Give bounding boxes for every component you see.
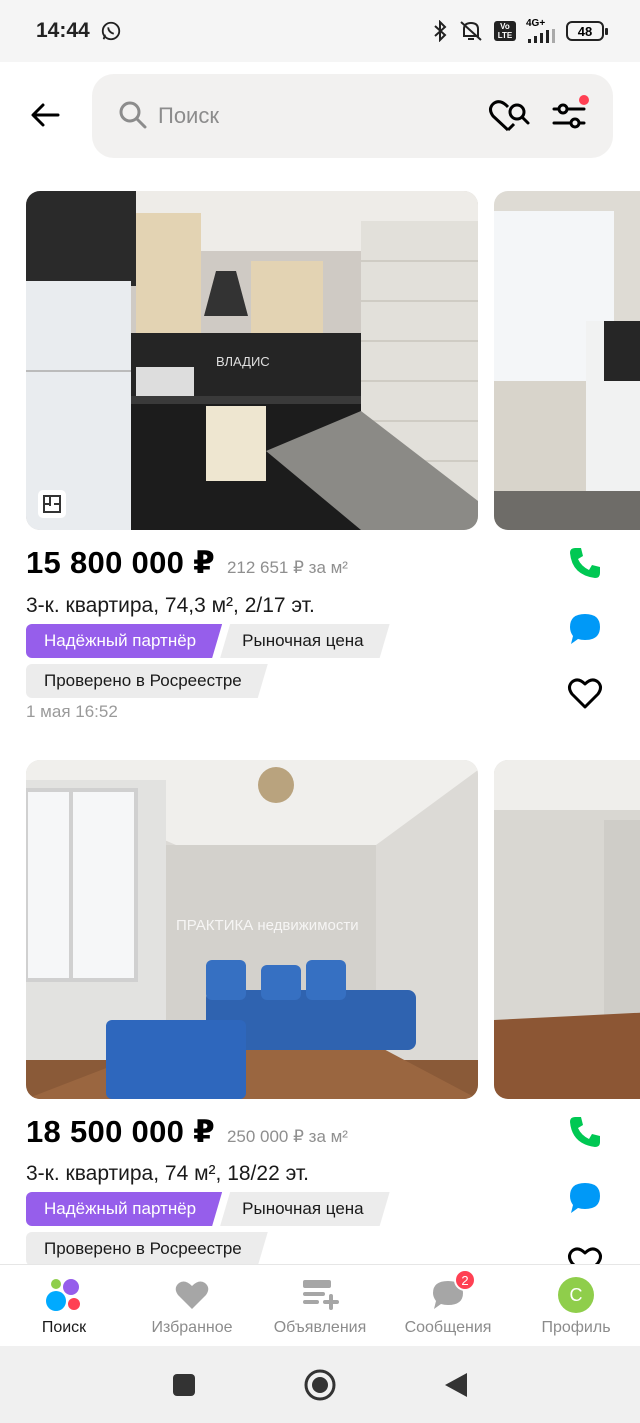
listing-card[interactable]: ВЛАДИС 15 800 000 ₽ 212 651 ₽ за м² 3-к.… <box>0 191 640 731</box>
message-button[interactable] <box>563 1176 607 1220</box>
filters-button[interactable] <box>550 94 590 138</box>
avito-logo-icon <box>44 1277 84 1313</box>
search-header <box>0 62 640 172</box>
mute-icon <box>460 21 482 41</box>
heart-outline-icon <box>568 678 602 709</box>
price-row: 18 500 000 ₽ 250 000 ₽ за м² <box>26 1114 348 1150</box>
signal-group: 4G+ <box>526 19 556 43</box>
status-bar: 14:44 Vo LTE 4G+ 48 <box>0 0 640 62</box>
living-room-photo: ПРАКТИКА недвижимости <box>26 760 478 1099</box>
heart-icon <box>172 1277 212 1313</box>
search-bar[interactable] <box>92 74 613 158</box>
nav-favorites[interactable]: Избранное <box>128 1265 256 1346</box>
phone-icon <box>570 1117 600 1147</box>
listing-photo-next[interactable] <box>494 191 640 530</box>
call-button[interactable] <box>563 541 607 585</box>
photo-carousel[interactable]: ПРАКТИКА недвижимости <box>26 760 640 1099</box>
tags-row: Надёжный партнёр Рыночная цена <box>26 624 390 658</box>
favorite-button[interactable] <box>563 1240 607 1264</box>
listing-card[interactable]: ПРАКТИКА недвижимости 18 500 000 ₽ 250 0… <box>0 760 640 1264</box>
avatar-letter: С <box>558 1277 594 1313</box>
call-button[interactable] <box>563 1110 607 1154</box>
tags-row: Надёжный партнёр Рыночная цена <box>26 1192 390 1226</box>
room-photo <box>494 760 640 1099</box>
search-input[interactable] <box>158 94 458 138</box>
window-photo <box>494 191 640 530</box>
chat-bubble-icon <box>570 1183 600 1213</box>
heart-outline-icon <box>568 1247 602 1264</box>
recents-button[interactable] <box>166 1367 202 1403</box>
partner-badge: Надёжный партнёр <box>26 624 222 658</box>
bottom-navigation: Поиск Избранное Объявления 2 Сообщения С… <box>0 1264 640 1346</box>
message-button[interactable] <box>563 607 607 651</box>
listing-photo[interactable]: ВЛАДИС <box>26 191 478 530</box>
listing-title[interactable]: 3-к. квартира, 74,3 м², 2/17 эт. <box>26 594 315 618</box>
signal-icon <box>528 29 555 43</box>
nav-label: Сообщения <box>404 1319 492 1336</box>
arrow-left-icon <box>31 103 60 127</box>
nav-search[interactable]: Поиск <box>0 1265 128 1346</box>
search-icon <box>119 101 147 129</box>
photo-carousel[interactable]: ВЛАДИС <box>26 191 640 530</box>
whatsapp-icon <box>101 21 120 41</box>
market-price-badge: Рыночная цена <box>220 624 390 658</box>
nav-profile[interactable]: С Профиль <box>512 1265 640 1346</box>
avatar: С <box>556 1277 596 1313</box>
status-time: 14:44 <box>36 19 90 42</box>
kitchen-photo: ВЛАДИС <box>26 191 478 530</box>
nav-messages[interactable]: 2 Сообщения <box>384 1265 512 1346</box>
price: 15 800 000 ₽ <box>26 545 215 580</box>
nav-label: Избранное <box>151 1319 233 1336</box>
home-button[interactable] <box>302 1367 338 1403</box>
unread-badge: 2 <box>454 1269 476 1291</box>
bluetooth-icon <box>434 20 447 42</box>
saved-search-button[interactable] <box>488 96 532 136</box>
tags-row-2: Проверено в Росреестре <box>26 1232 268 1264</box>
network-type: 4G+ <box>526 18 546 29</box>
nav-label: Профиль <box>541 1319 611 1336</box>
circle-icon <box>304 1369 336 1400</box>
price-per-m: 212 651 ₽ за м² <box>226 558 348 577</box>
nav-label: Объявления <box>273 1319 367 1336</box>
price: 18 500 000 ₽ <box>26 1114 215 1149</box>
phone-icon <box>570 548 600 578</box>
triangle-back-icon <box>445 1372 467 1397</box>
filters-icon <box>552 95 589 129</box>
market-price-badge: Рыночная цена <box>220 1192 390 1226</box>
heart-search-icon <box>489 100 530 132</box>
listing-photo-next[interactable] <box>494 760 640 1099</box>
status-icons: Vo LTE 4G+ 48 <box>432 19 608 43</box>
listing-date: 1 мая 16:52 <box>26 702 118 721</box>
square-icon <box>173 1373 195 1396</box>
partner-badge: Надёжный партнёр <box>26 1192 222 1226</box>
listing-photo[interactable]: ПРАКТИКА недвижимости <box>26 760 478 1099</box>
chat-bubble-icon <box>570 614 600 644</box>
listings-add-icon <box>300 1277 340 1313</box>
volte-icon: Vo LTE <box>494 21 516 41</box>
system-navigation-bar <box>0 1346 640 1423</box>
chat-icon: 2 <box>428 1269 476 1313</box>
battery-icon: 48 <box>566 21 608 41</box>
price-row: 15 800 000 ₽ 212 651 ₽ за м² <box>26 545 348 581</box>
verified-badge: Проверено в Росреестре <box>26 664 268 698</box>
nav-label: Поиск <box>41 1319 87 1336</box>
watermark: ПРАКТИКА недвижимости <box>176 917 359 934</box>
tags-row-2: Проверено в Росреестре <box>26 664 268 698</box>
back-button[interactable] <box>22 92 68 138</box>
watermark: ВЛАДИС <box>216 354 270 369</box>
favorite-button[interactable] <box>563 671 607 715</box>
floor-plan-icon <box>38 490 66 518</box>
price-per-m: 250 000 ₽ за м² <box>226 1127 348 1146</box>
nav-listings[interactable]: Объявления <box>256 1265 384 1346</box>
system-back-button[interactable] <box>438 1367 474 1403</box>
listing-title[interactable]: 3-к. квартира, 74 м², 18/22 эт. <box>26 1162 309 1186</box>
verified-badge: Проверено в Росреестре <box>26 1232 268 1264</box>
